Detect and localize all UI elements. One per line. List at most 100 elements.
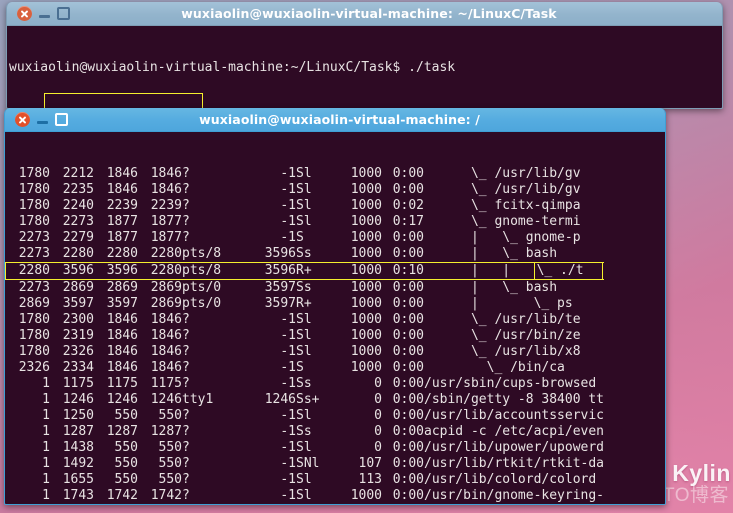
process-pid-cell: 2280 <box>62 246 94 261</box>
process-command-cell: /usr/bin/gnome-keyring- <box>424 488 605 503</box>
process-uid-cell: 113 <box>358 472 382 487</box>
process-tty-cell: tty1 <box>182 392 214 407</box>
process-pgid-cell: 1846 <box>106 360 138 375</box>
process-tpgid-cell: 1246 <box>264 392 296 407</box>
process-sid-cell: 1846 <box>150 328 182 343</box>
process-tpgid-cell: -1 <box>280 456 296 471</box>
process-sid-cell: 1742 <box>150 488 182 503</box>
process-tpgid-cell: -1 <box>280 488 296 503</box>
process-stat-cell: Sl <box>296 312 312 327</box>
process-command-cell: | \_ gnome-p <box>424 230 581 245</box>
minimize-icon[interactable] <box>37 114 48 126</box>
process-pgid-cell: 1287 <box>106 424 138 439</box>
process-command-cell: acpid -c /etc/acpi/even <box>424 424 605 439</box>
process-sid-cell: 1846 <box>150 182 182 197</box>
table-row: 2280 3596 3596 2280 pts/8 3596 R+ 1000 0:10 | | … <box>5 262 605 280</box>
process-ppid-cell: 1780 <box>18 214 50 229</box>
process-ppid-cell: 2326 <box>18 360 50 375</box>
window-title-task: wuxiaolin@wuxiaolin-virtual-machine: ~/L… <box>181 6 557 21</box>
terminal-content-root[interactable]: 1780 2212 1846 1846? -1 Sl 1000 0:00 \_ /usr/li… <box>5 132 665 504</box>
terminal-scrollbar-gutter[interactable] <box>660 132 665 504</box>
process-stat-cell: Sl <box>296 198 312 213</box>
process-command-cell: \_ /usr/lib/x8 <box>424 344 581 359</box>
process-ppid-cell: 1780 <box>18 166 50 181</box>
process-ppid-cell: 1780 <box>18 312 50 327</box>
process-time-cell: 0:00 <box>392 230 424 245</box>
process-tty-cell: ? <box>182 472 190 487</box>
process-pgid-cell: 2239 <box>106 198 138 213</box>
process-uid-cell: 0 <box>374 424 382 439</box>
table-row: 1 1246 1246 1246 tty1 1246 Ss+ 0 0:00/sbin/getty… <box>6 392 604 408</box>
process-command-cell: | | \_ ./t <box>424 262 605 280</box>
process-ppid-cell: 2280 <box>5 262 50 280</box>
process-tty-cell: pts/0 <box>182 296 222 311</box>
process-command-cell: \_ /usr/lib/gv <box>424 182 581 197</box>
process-stat-cell: Sl <box>296 472 312 487</box>
terminal-window-root[interactable]: wuxiaolin@wuxiaolin-virtual-machine: / 1… <box>4 108 666 505</box>
table-row: 1 1655 550 550? -1 Sl 113 0:00/usr/lib/colord/c… <box>6 472 605 488</box>
close-icon[interactable] <box>17 6 32 21</box>
process-ppid-cell: 1 <box>42 376 50 391</box>
process-time-cell: 0:00 <box>392 166 424 181</box>
process-uid-cell: 1000 <box>350 488 382 503</box>
maximize-icon[interactable] <box>57 7 70 20</box>
process-tty-cell: pts/0 <box>182 280 222 295</box>
table-row: 1780 2300 1846 1846? -1 Sl 1000 0:00 \_ /usr/li… <box>6 312 605 328</box>
process-command-cell: | \_ ps <box>424 296 573 311</box>
table-row: 1780 2326 1846 1846? -1 Sl 1000 0:00 \_ /usr/li… <box>6 344 605 360</box>
titlebar-task[interactable]: wuxiaolin@wuxiaolin-virtual-machine: ~/L… <box>7 2 722 26</box>
table-row: 1 1250 550 550? -1 Sl 0 0:00/usr/lib/accountsse… <box>6 408 604 424</box>
process-pgid-cell: 1742 <box>106 488 138 503</box>
process-tpgid-cell: 3597 <box>264 280 296 295</box>
process-tpgid-cell: 3596 <box>244 262 296 280</box>
process-time-cell: 0:10 <box>382 262 424 280</box>
process-pid-cell: 1246 <box>62 392 94 407</box>
process-command-cell: \_ fcitx-qimpa <box>424 198 581 213</box>
process-time-cell: 0:02 <box>392 198 424 213</box>
process-sid-cell: 1246 <box>150 392 182 407</box>
process-tpgid-cell: -1 <box>280 198 296 213</box>
process-time-cell: 0:00 <box>392 408 424 423</box>
process-tpgid-cell: -1 <box>280 328 296 343</box>
close-icon[interactable] <box>15 112 30 127</box>
minimize-icon[interactable] <box>39 8 50 20</box>
process-command-cell: | \_ bash <box>424 280 558 295</box>
process-ppid-cell: 2273 <box>18 230 50 245</box>
process-tpgid-cell: -1 <box>280 424 296 439</box>
process-sid-cell: 1877 <box>150 214 182 229</box>
process-pid-cell: 2240 <box>62 198 94 213</box>
process-sid-cell: 1846 <box>150 312 182 327</box>
process-ppid-cell: 1 <box>42 472 50 487</box>
titlebar-root[interactable]: wuxiaolin@wuxiaolin-virtual-machine: / <box>5 108 665 132</box>
process-tpgid-cell: 3596 <box>264 246 296 261</box>
process-pid-cell: 2212 <box>62 166 94 181</box>
table-row: 1 1492 550 550? -1 SNl 107 0:00/usr/lib/rtkit/r… <box>6 456 604 472</box>
process-time-cell: 0:00 <box>392 296 424 311</box>
terminal-content-task[interactable]: wuxiaolin@wuxiaolin-virtual-machine:~/Li… <box>7 26 722 108</box>
process-pgid-cell: 3596 <box>94 262 138 280</box>
process-pgid-cell: 550 <box>114 456 138 471</box>
process-uid-cell: 1000 <box>350 280 382 295</box>
process-command-cell: /usr/lib/colord/colord <box>424 472 597 487</box>
process-ppid-cell: 1780 <box>18 182 50 197</box>
process-time-cell: 0:00 <box>392 360 424 375</box>
process-stat-cell: R+ <box>296 296 312 311</box>
table-row: 2273 2280 2280 2280 pts/8 3596 Ss 1000 0:00 | \_… <box>6 246 605 263</box>
process-pid-cell: 1438 <box>62 440 94 455</box>
process-pid-cell: 2279 <box>62 230 94 245</box>
process-uid-cell: 1000 <box>350 296 382 311</box>
process-tpgid-cell: 3597 <box>264 296 296 311</box>
process-tpgid-cell: -1 <box>280 440 296 455</box>
process-pgid-cell: 2869 <box>106 280 138 295</box>
process-ppid-cell: 1780 <box>18 344 50 359</box>
maximize-icon[interactable] <box>55 113 68 126</box>
terminal-window-task[interactable]: wuxiaolin@wuxiaolin-virtual-machine: ~/L… <box>6 2 723 109</box>
process-pgid-cell: 550 <box>114 472 138 487</box>
process-pid-cell: 1250 <box>62 408 94 423</box>
process-sid-cell: 550 <box>158 408 182 423</box>
process-time-cell: 0:00 <box>392 392 424 407</box>
process-pgid-cell: 550 <box>114 408 138 423</box>
process-pid-cell: 2300 <box>62 312 94 327</box>
process-command-cell: \_ /bin/ca <box>424 360 565 375</box>
process-uid-cell: 1000 <box>350 230 382 245</box>
